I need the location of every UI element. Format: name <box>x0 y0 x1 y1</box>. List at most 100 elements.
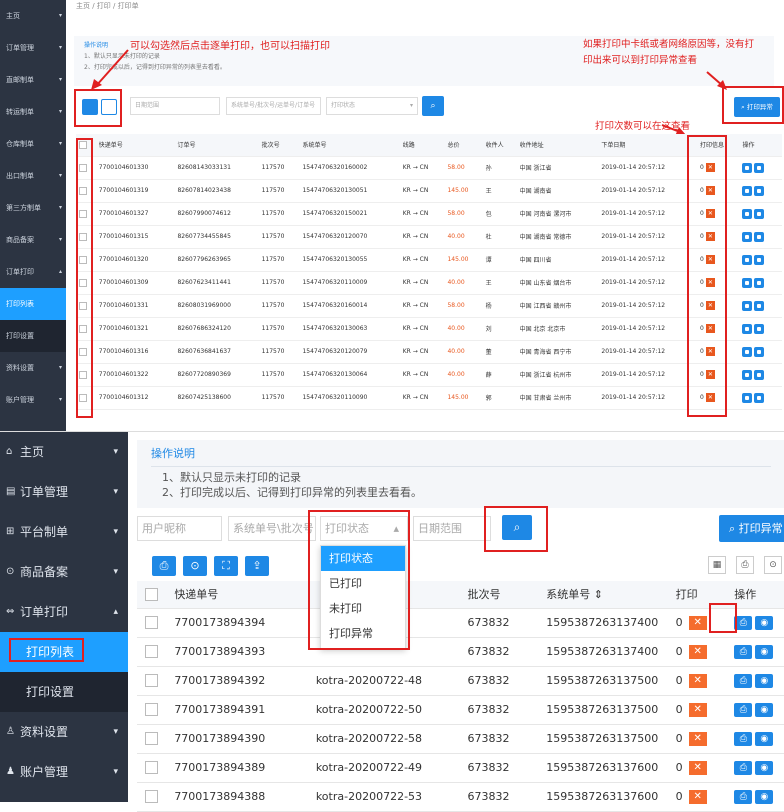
sidebar-item[interactable]: 仓库制单 ▾ <box>0 128 66 160</box>
select-all-checkbox[interactable] <box>145 588 158 601</box>
table-cell: 15474706320110090 <box>299 386 400 410</box>
print-button[interactable] <box>742 162 753 173</box>
row-checkbox[interactable] <box>145 674 158 688</box>
action-cell <box>739 225 782 249</box>
print-button[interactable] <box>742 346 753 357</box>
sidebar-item[interactable]: 出口制单 ▾ <box>0 160 66 192</box>
eye-icon[interactable]: ◉ <box>755 673 774 688</box>
scan-icon[interactable]: ⛶ <box>214 556 238 576</box>
sidebar-item[interactable]: 账户管理 ▾ <box>0 384 66 416</box>
print-button[interactable] <box>742 323 753 334</box>
checkbox-cell <box>137 724 167 754</box>
print-button[interactable] <box>742 185 753 196</box>
row-checkbox[interactable] <box>145 761 158 775</box>
table-cell: 2019-01-14 20:57:12 <box>598 202 698 226</box>
print-button[interactable] <box>742 369 753 380</box>
sidebar-item[interactable]: 第三方制单 ▾ <box>0 192 66 224</box>
table-cell: 中国 湖南省 <box>516 179 599 203</box>
print-exception-button[interactable]: ⌕ 打印异常 <box>719 515 784 542</box>
system-number-input[interactable]: 系统单号\批次号 <box>228 516 316 541</box>
row-checkbox[interactable] <box>145 732 158 746</box>
sidebar-item[interactable]: 转运制单 ▾ <box>0 96 66 128</box>
row-checkbox[interactable] <box>145 616 158 630</box>
eye-icon[interactable]: ◉ <box>755 789 774 804</box>
column-header: 订单号 <box>174 134 259 157</box>
print-status-select[interactable]: 打印状态 ▾ <box>326 97 418 115</box>
search-button[interactable]: ⌕ <box>422 96 444 116</box>
print-icon[interactable]: ⎙ <box>734 731 753 746</box>
print-icon[interactable]: ⎙ <box>734 789 753 804</box>
view-button[interactable] <box>754 185 765 196</box>
eye-icon[interactable]: ◉ <box>755 731 774 746</box>
print-icon[interactable]: ⎙ <box>734 644 753 659</box>
sidebar-item[interactable]: 打印设置 <box>0 320 66 352</box>
view-button[interactable] <box>754 162 765 173</box>
table-cell: 包 <box>482 202 517 226</box>
sidebar-item[interactable]: ⊙ 商品备案 ▾ <box>0 552 128 592</box>
eye-icon[interactable]: ◉ <box>755 615 774 630</box>
menu-icon: ⊞ <box>6 526 15 537</box>
export-page-icon[interactable]: ⊙ <box>764 556 782 574</box>
view-button[interactable] <box>754 254 765 265</box>
table-cell: 2019-01-14 20:57:12 <box>598 156 698 180</box>
sidebar-item[interactable]: 资料设置 ▾ <box>0 352 66 384</box>
print-button[interactable] <box>742 208 753 219</box>
sidebar-item[interactable]: ♙ 资料设置 ▾ <box>0 712 128 752</box>
print-count: 0 <box>675 789 683 803</box>
sidebar-item[interactable]: 打印列表 <box>0 288 66 320</box>
print-button[interactable] <box>742 231 753 242</box>
user-nickname-input[interactable]: 用户昵称 <box>137 516 222 541</box>
view-button[interactable] <box>754 392 765 403</box>
print-icon[interactable]: ⎙ <box>734 702 753 717</box>
date-range-input[interactable]: 日期范围 <box>130 97 220 115</box>
date-range-input[interactable]: 日期范围 <box>413 516 491 541</box>
sidebar-item[interactable]: ⌂ 主页 ▾ <box>0 432 128 472</box>
sidebar-item[interactable]: 主页 ▾ <box>0 0 66 32</box>
table-cell: 7700104601327 <box>95 202 175 226</box>
print-icon[interactable]: ⎙ <box>734 673 753 688</box>
table-cell: 7700173894391 <box>166 695 308 725</box>
view-button[interactable] <box>754 208 765 219</box>
sidebar-item[interactable]: ⊞ 平台制单 ▾ <box>0 512 128 552</box>
sidebar-item[interactable]: ▤ 订单管理 ▾ <box>0 472 128 512</box>
table-row: 7700104601331 82608031969000 117570 1547470… <box>76 294 782 318</box>
eye-icon[interactable]: ◉ <box>755 702 774 717</box>
sidebar-item[interactable]: 商品备案 ▾ <box>0 224 66 256</box>
table-cell: KR → CN <box>399 156 445 180</box>
view-button[interactable] <box>754 300 765 311</box>
sidebar-item[interactable]: ♟ 账户管理 ▾ <box>0 752 128 792</box>
table-cell: 40.00 <box>444 225 483 249</box>
print-button[interactable] <box>742 300 753 311</box>
columns-icon[interactable]: ▦ <box>708 556 726 574</box>
row-checkbox[interactable] <box>145 703 158 717</box>
view-button[interactable] <box>754 277 765 288</box>
sidebar-item[interactable]: 打印设置 <box>0 672 128 712</box>
view-button[interactable] <box>754 369 765 380</box>
eye-icon[interactable]: ◉ <box>755 644 774 659</box>
print-button[interactable] <box>742 254 753 265</box>
row-checkbox[interactable] <box>145 645 158 659</box>
view-button[interactable] <box>754 346 765 357</box>
view-button[interactable] <box>754 323 765 334</box>
print-button[interactable] <box>742 392 753 403</box>
table-cell: 40.00 <box>444 317 483 341</box>
export-icon[interactable]: ⇪ <box>245 556 269 576</box>
sidebar-item[interactable]: ⇔ 订单打印 ▴ <box>0 592 128 632</box>
sidebar-item[interactable]: 订单管理 ▾ <box>0 32 66 64</box>
table-cell: KR → CN <box>399 179 445 203</box>
print-icon[interactable]: ⎙ <box>152 556 176 576</box>
table-cell: KR → CN <box>399 225 445 249</box>
print-table: 快递单号 订单号 批次号 系统单号 线路 总价 收件人 收件地址 下单日期 打印信息 操作 7700… <box>76 134 782 410</box>
table-row: 7700104601312 82607425138600 117570 1547470… <box>76 386 782 410</box>
print-icon[interactable]: ⎙ <box>734 760 753 775</box>
print-page-icon[interactable]: ⎙ <box>736 556 754 574</box>
sidebar-item[interactable]: 订单打印 ▴ <box>0 256 66 288</box>
eye-icon[interactable]: ◉ <box>755 760 774 775</box>
print-button[interactable] <box>742 277 753 288</box>
view-button[interactable] <box>754 231 765 242</box>
sidebar-item[interactable]: 直邮制单 ▾ <box>0 64 66 96</box>
table-cell: 1595387263137400 <box>538 608 668 638</box>
system-number-input[interactable]: 系统单号/批次号/运单号/订单号 <box>226 97 321 115</box>
cloud-print-icon[interactable]: ⊙ <box>183 556 207 576</box>
row-checkbox[interactable] <box>145 790 158 804</box>
